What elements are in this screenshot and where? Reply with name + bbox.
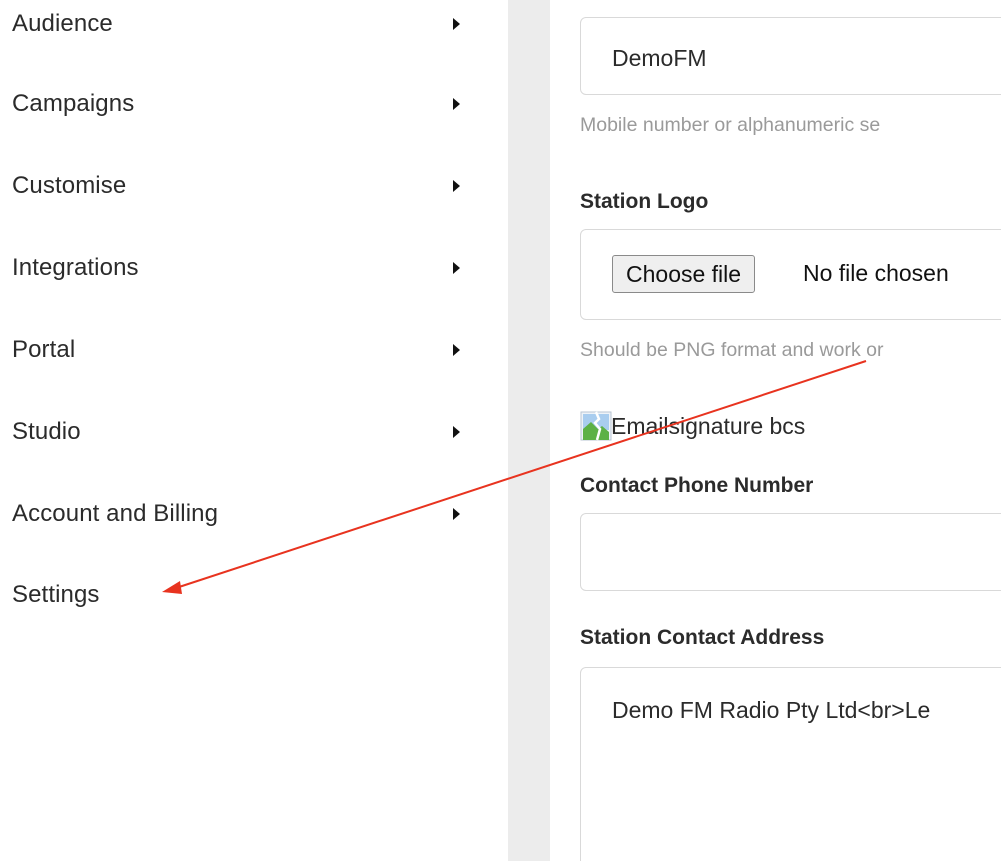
sidebar-item-studio[interactable]: Studio (12, 412, 472, 452)
screen: Audience Campaigns Customise Integration… (0, 0, 1001, 861)
broken-image-icon (580, 411, 612, 441)
sidebar-nav: Audience Campaigns Customise Integration… (0, 0, 508, 861)
station-logo-file-field: Choose file No file chosen (580, 229, 1001, 320)
station-address-label: Station Contact Address (580, 626, 825, 649)
sender-id-value: DemoFM (612, 45, 707, 71)
caret-right-icon (453, 98, 460, 110)
caret-right-icon (453, 180, 460, 192)
pane-divider (508, 0, 550, 861)
sidebar-item-label: Settings (12, 581, 100, 608)
station-address-textarea[interactable]: Demo FM Radio Pty Ltd<br>Le (580, 667, 1001, 861)
choose-file-button[interactable]: Choose file (612, 255, 756, 293)
contact-phone-label: Contact Phone Number (580, 474, 814, 497)
station-logo-help: Should be PNG format and work or (580, 339, 884, 361)
station-logo-label: Station Logo (580, 190, 709, 213)
sidebar-item-label: Account and Billing (12, 500, 219, 527)
sidebar-item-audience[interactable]: Audience (12, 4, 472, 44)
sidebar-item-portal[interactable]: Portal (12, 330, 472, 370)
sidebar-item-label: Studio (12, 418, 81, 445)
sender-id-input[interactable]: DemoFM (580, 17, 1001, 95)
contact-phone-input[interactable] (580, 513, 1001, 591)
settings-form: DemoFM Mobile number or alphanumeric se … (550, 0, 1001, 861)
sender-id-help: Mobile number or alphanumeric se (580, 114, 881, 136)
caret-right-icon (453, 508, 460, 520)
file-status-text: No file chosen (803, 260, 949, 286)
caret-right-icon (453, 426, 460, 438)
sidebar-item-label: Audience (12, 10, 113, 37)
station-address-value: Demo FM Radio Pty Ltd<br>Le (612, 697, 931, 723)
sidebar-item-label: Campaigns (12, 90, 135, 117)
caret-right-icon (453, 344, 460, 356)
sidebar-item-campaigns[interactable]: Campaigns (12, 84, 472, 124)
sidebar-item-integrations[interactable]: Integrations (12, 248, 472, 288)
sidebar-item-customise[interactable]: Customise (12, 166, 472, 206)
logo-image-alt-text: Emailsignature bcs (611, 413, 806, 439)
sidebar-item-settings[interactable]: Settings (12, 575, 472, 615)
caret-right-icon (453, 18, 460, 30)
sidebar-item-label: Portal (12, 336, 76, 363)
sidebar-item-label: Customise (12, 172, 127, 199)
sidebar-item-account-billing[interactable]: Account and Billing (12, 494, 472, 534)
sidebar-item-label: Integrations (12, 254, 139, 281)
caret-right-icon (453, 262, 460, 274)
